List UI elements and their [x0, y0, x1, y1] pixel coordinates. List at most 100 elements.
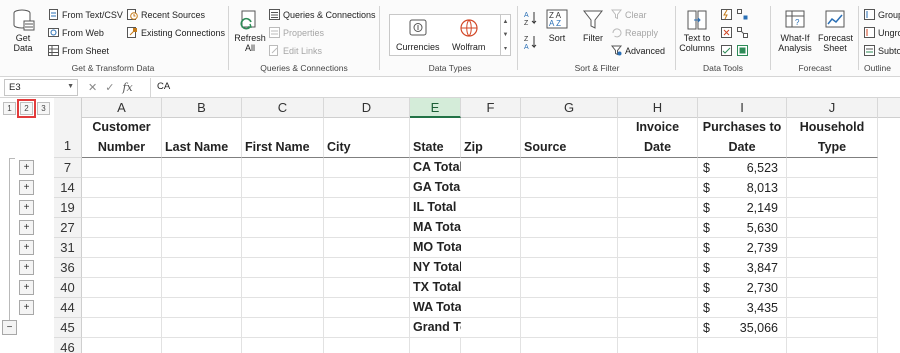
cell-f44[interactable]: [461, 298, 521, 318]
cell-e46[interactable]: [410, 338, 461, 353]
select-all-corner[interactable]: [54, 98, 82, 118]
cell-e19[interactable]: IL Total: [410, 198, 461, 218]
cell-j44[interactable]: [787, 298, 878, 318]
subtotal-button[interactable]: Subtotal: [864, 45, 900, 56]
cell-d27[interactable]: [324, 218, 410, 238]
currencies-button[interactable]: Currencies: [396, 17, 440, 52]
cell-f40[interactable]: [461, 278, 521, 298]
cell-a40[interactable]: [82, 278, 162, 298]
header-cell-j[interactable]: Household Type: [787, 118, 878, 158]
filter-button[interactable]: Filter: [581, 8, 605, 43]
cell-b36[interactable]: [162, 258, 242, 278]
cell-a44[interactable]: [82, 298, 162, 318]
cell-d14[interactable]: [324, 178, 410, 198]
text-to-columns-button[interactable]: Text to Columns: [679, 8, 715, 53]
cell-g14[interactable]: [521, 178, 618, 198]
cell-h45[interactable]: [618, 318, 698, 338]
existing-connections-button[interactable]: Existing Connections: [127, 27, 225, 38]
from-text-csv-button[interactable]: From Text/CSV: [48, 9, 123, 20]
outline-level-1-button[interactable]: 1: [3, 102, 16, 115]
column-header-d[interactable]: D: [324, 98, 410, 118]
cell-b14[interactable]: [162, 178, 242, 198]
cell-f36[interactable]: [461, 258, 521, 278]
cell-d36[interactable]: [324, 258, 410, 278]
sort-az-button[interactable]: AZ: [523, 10, 539, 27]
advanced-button[interactable]: Advanced: [610, 45, 665, 56]
cell-b44[interactable]: [162, 298, 242, 318]
header-cell-c[interactable]: First Name: [242, 118, 324, 158]
cell-d40[interactable]: [324, 278, 410, 298]
expand-button[interactable]: +: [19, 220, 34, 235]
cell-d19[interactable]: [324, 198, 410, 218]
cell-j19[interactable]: [787, 198, 878, 218]
cell-g45[interactable]: [521, 318, 618, 338]
cell-f45[interactable]: [461, 318, 521, 338]
formula-input[interactable]: CA: [150, 78, 900, 97]
row-header[interactable]: 36: [54, 258, 82, 278]
cell-j7[interactable]: [787, 158, 878, 178]
cell-e45[interactable]: Grand Total: [410, 318, 461, 338]
cell-e27[interactable]: MA Total: [410, 218, 461, 238]
cell-j14[interactable]: [787, 178, 878, 198]
column-header-f[interactable]: F: [461, 98, 521, 118]
cell-h7[interactable]: [618, 158, 698, 178]
get-data-button[interactable]: Get Data: [8, 8, 38, 53]
row-header[interactable]: 45: [54, 318, 82, 338]
cell-h40[interactable]: [618, 278, 698, 298]
cell-e44[interactable]: WA Total: [410, 298, 461, 318]
cell-a31[interactable]: [82, 238, 162, 258]
row-header[interactable]: 44: [54, 298, 82, 318]
relationships-button[interactable]: [737, 27, 748, 38]
properties-button[interactable]: Properties: [269, 27, 324, 38]
cell-e14[interactable]: GA Total: [410, 178, 461, 198]
column-header-b[interactable]: B: [162, 98, 242, 118]
cell-f19[interactable]: [461, 198, 521, 218]
more-icon[interactable]: ▾: [504, 45, 507, 52]
flash-fill-button[interactable]: [721, 9, 732, 20]
queries-connections-button[interactable]: Queries & Connections: [269, 9, 376, 20]
from-sheet-button[interactable]: From Sheet: [48, 45, 109, 56]
expand-button[interactable]: +: [19, 240, 34, 255]
cell-j40[interactable]: [787, 278, 878, 298]
cell-b27[interactable]: [162, 218, 242, 238]
cell-d31[interactable]: [324, 238, 410, 258]
column-header-j[interactable]: J: [787, 98, 878, 118]
cell-i7[interactable]: $6,523: [698, 158, 787, 178]
cell-j27[interactable]: [787, 218, 878, 238]
cell-c36[interactable]: [242, 258, 324, 278]
cell-c40[interactable]: [242, 278, 324, 298]
row-header[interactable]: 19: [54, 198, 82, 218]
collapse-button[interactable]: −: [2, 320, 17, 335]
cell-i27[interactable]: $5,630: [698, 218, 787, 238]
cell-h14[interactable]: [618, 178, 698, 198]
cell-e7[interactable]: CA Total: [410, 158, 461, 178]
insert-function-icon[interactable]: fx: [122, 81, 132, 94]
cell-b40[interactable]: [162, 278, 242, 298]
enter-icon[interactable]: ✓: [105, 81, 114, 94]
row-header[interactable]: 1: [54, 118, 82, 158]
column-header-e[interactable]: E: [410, 98, 461, 118]
cell-g31[interactable]: [521, 238, 618, 258]
cell-f46[interactable]: [461, 338, 521, 353]
header-cell-a[interactable]: Customer Number: [82, 118, 162, 158]
cell-b19[interactable]: [162, 198, 242, 218]
cell-a14[interactable]: [82, 178, 162, 198]
column-header-a[interactable]: A: [82, 98, 162, 118]
cell-a36[interactable]: [82, 258, 162, 278]
cell-f27[interactable]: [461, 218, 521, 238]
cell-i45[interactable]: $35,066: [698, 318, 787, 338]
recent-sources-button[interactable]: Recent Sources: [127, 9, 205, 20]
ungroup-button[interactable]: Ungroup: [864, 27, 900, 38]
cell-j45[interactable]: [787, 318, 878, 338]
gallery-scroll[interactable]: ▲ ▼ ▾: [500, 15, 510, 55]
chevron-down-icon[interactable]: ▼: [67, 83, 74, 90]
cell-b46[interactable]: [162, 338, 242, 353]
expand-button[interactable]: +: [19, 260, 34, 275]
cell-j31[interactable]: [787, 238, 878, 258]
cell-c46[interactable]: [242, 338, 324, 353]
cell-h44[interactable]: [618, 298, 698, 318]
cell-h27[interactable]: [618, 218, 698, 238]
cell-f7[interactable]: [461, 158, 521, 178]
data-validation-button[interactable]: [721, 45, 732, 56]
cell-e40[interactable]: TX Total: [410, 278, 461, 298]
